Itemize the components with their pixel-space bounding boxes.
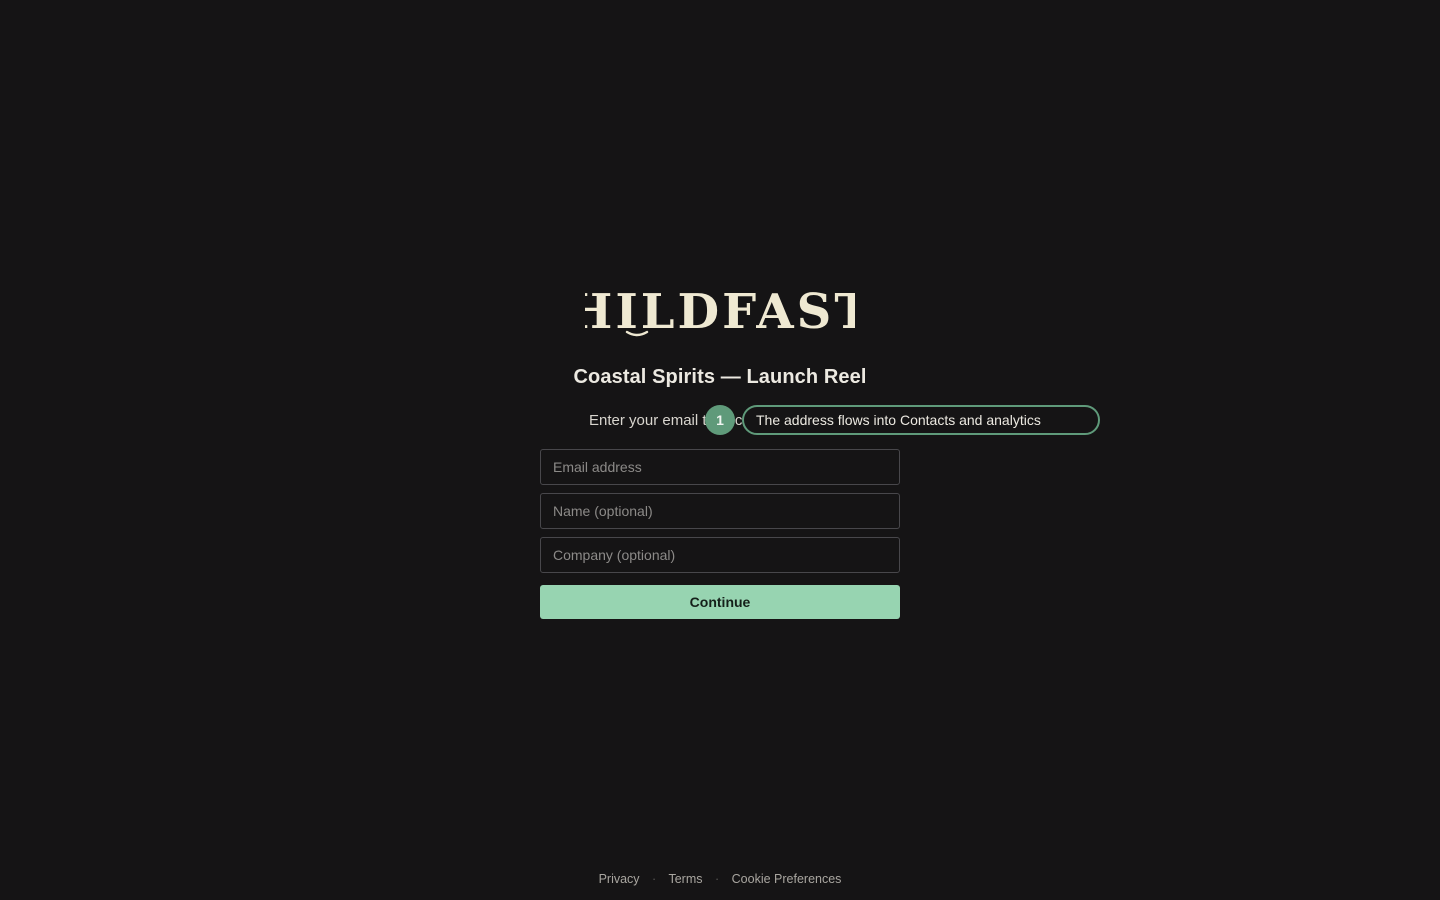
annotation-step-badge: 1 — [705, 405, 735, 435]
page-title: Coastal Spirits — Launch Reel — [573, 366, 867, 388]
email-field[interactable] — [540, 449, 900, 485]
brand-logo: HILDFAST — [585, 280, 855, 342]
name-field[interactable] — [540, 493, 900, 529]
access-gate-page: HILDFAST Coastal Spirits — Launch Reel E… — [0, 0, 1440, 900]
annotation-tooltip: The address flows into Contacts and anal… — [742, 405, 1100, 435]
footer-links: Privacy · Terms · Cookie Preferences — [0, 872, 1440, 886]
continue-button[interactable]: Continue — [540, 585, 900, 619]
footer-separator: · — [714, 872, 720, 886]
terms-link[interactable]: Terms — [668, 872, 702, 886]
company-field[interactable] — [540, 537, 900, 573]
cookie-preferences-link[interactable]: Cookie Preferences — [732, 872, 842, 886]
privacy-link[interactable]: Privacy — [599, 872, 640, 886]
anchor-logo-icon: HILDFAST — [585, 284, 855, 340]
footer-separator: · — [652, 872, 657, 886]
logo-wordmark: HILDFAST — [585, 284, 855, 340]
